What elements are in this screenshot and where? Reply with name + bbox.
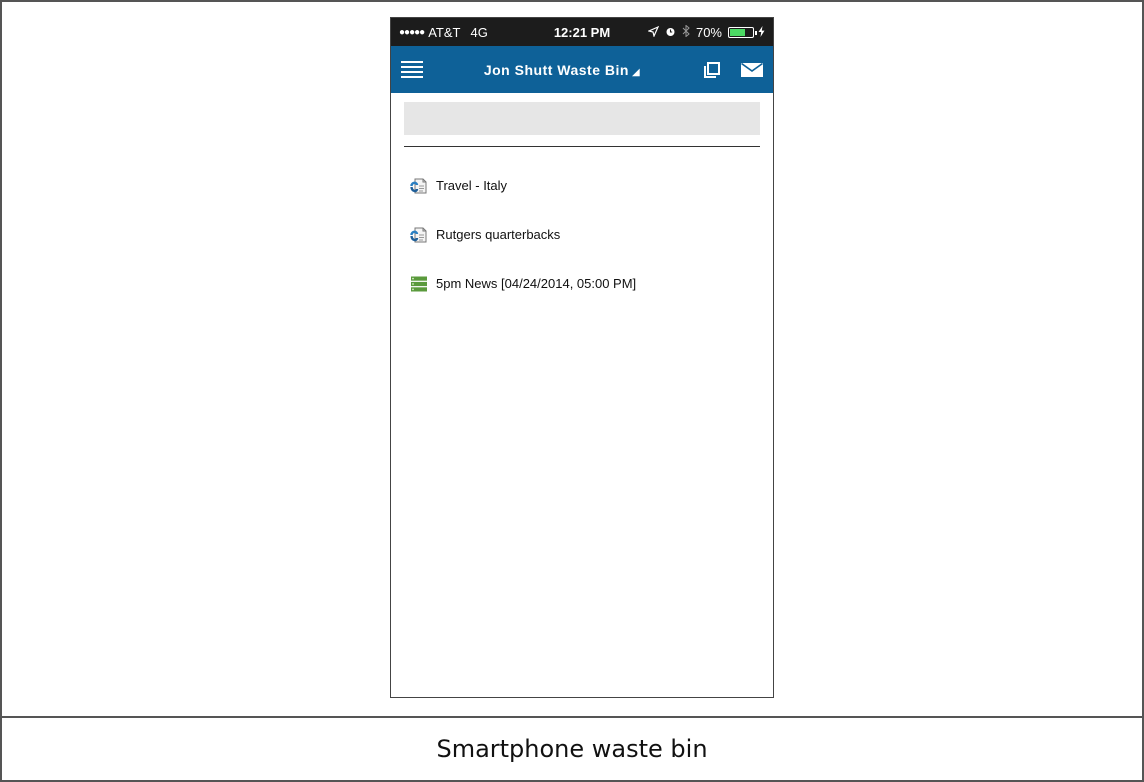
list-divider xyxy=(404,146,760,147)
hamburger-menu-icon[interactable] xyxy=(401,59,423,81)
status-right: 70% xyxy=(647,23,765,40)
nav-bar: Jon Shutt Waste Bin ◢ xyxy=(391,46,773,93)
list-item-travel-italy[interactable]: Travel - Italy xyxy=(391,161,773,210)
document-link-icon xyxy=(410,226,428,244)
dropdown-indicator-icon: ◢ xyxy=(631,66,641,78)
location-arrow-icon xyxy=(647,25,660,40)
rundown-stack-icon xyxy=(410,275,428,293)
bin-title-dropdown[interactable]: Jon Shutt Waste Bin ◢ xyxy=(447,62,677,78)
signal-strength-dots: ●●●●● xyxy=(399,26,425,38)
network-label: 4G xyxy=(470,24,488,40)
waste-bin-list: Travel - Italy Rutgers quarterbacks 5pm … xyxy=(391,161,773,308)
nav-actions xyxy=(703,61,763,79)
mail-icon[interactable] xyxy=(741,62,763,77)
item-label: Rutgers quarterbacks xyxy=(436,227,561,242)
status-left: ●●●●● AT&T 4G xyxy=(399,25,488,40)
status-bar: ●●●●● AT&T 4G 12:21 PM 70% xyxy=(391,18,773,46)
battery-percent: 70% xyxy=(695,24,722,40)
item-label: 5pm News [04/24/2014, 05:00 PM] xyxy=(436,276,637,291)
phone-screen: ●●●●● AT&T 4G 12:21 PM 70% Jon Shutt Was… xyxy=(390,17,774,698)
document-link-icon xyxy=(410,177,428,195)
list-item-rutgers-quarterbacks[interactable]: Rutgers quarterbacks xyxy=(391,210,773,259)
charging-bolt-icon xyxy=(758,25,765,40)
list-item-5pm-news[interactable]: 5pm News [04/24/2014, 05:00 PM] xyxy=(391,259,773,308)
bin-title: Jon Shutt Waste Bin xyxy=(483,61,629,78)
search-input[interactable] xyxy=(404,102,760,135)
alarm-icon xyxy=(665,25,676,40)
copy-icon[interactable] xyxy=(703,61,721,79)
item-label: Travel - Italy xyxy=(436,178,508,193)
battery-icon xyxy=(728,26,757,38)
figure-caption: Smartphone waste bin xyxy=(436,735,708,763)
carrier-label: AT&T xyxy=(428,24,461,40)
bluetooth-icon xyxy=(682,23,690,40)
